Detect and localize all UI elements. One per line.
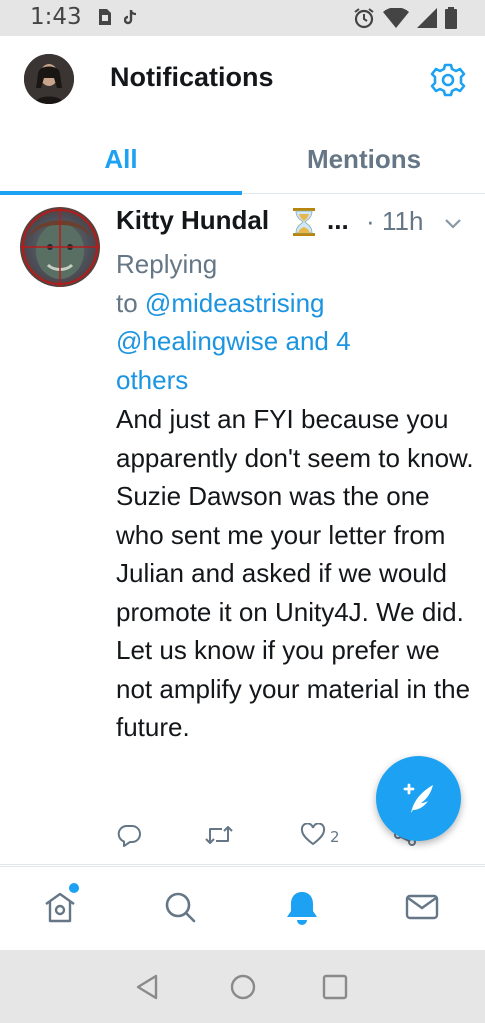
page-title: Notifications bbox=[110, 62, 274, 92]
tweet-author-avatar[interactable] bbox=[20, 207, 100, 287]
tab-all[interactable]: All bbox=[0, 124, 242, 195]
alarm-icon bbox=[353, 7, 375, 33]
nav-home[interactable] bbox=[42, 883, 82, 929]
new-content-badge bbox=[69, 883, 79, 893]
nav-messages[interactable] bbox=[404, 889, 444, 929]
mention-others-label[interactable]: others bbox=[116, 365, 188, 395]
status-time: 1:43 bbox=[30, 4, 82, 30]
profile-avatar[interactable] bbox=[24, 54, 74, 104]
home-icon bbox=[42, 892, 78, 929]
retweet-button[interactable] bbox=[204, 823, 234, 851]
tweet-text: And just an FYI because you apparently d… bbox=[116, 404, 474, 742]
sim-card-icon bbox=[98, 8, 112, 30]
tweet-timestamp: 11h bbox=[382, 206, 424, 236]
heart-icon bbox=[300, 822, 326, 851]
meta-separator: · bbox=[366, 206, 375, 236]
hourglass-icon bbox=[291, 207, 317, 241]
reply-icon bbox=[116, 823, 142, 851]
tab-all-label: All bbox=[104, 143, 138, 174]
like-count: 2 bbox=[330, 828, 340, 846]
signal-icon bbox=[417, 8, 437, 32]
retweet-icon bbox=[204, 823, 234, 851]
back-icon[interactable] bbox=[133, 972, 163, 1002]
reply-button[interactable] bbox=[116, 823, 142, 851]
notification-tabs: All Mentions bbox=[0, 124, 485, 195]
mail-icon bbox=[404, 894, 440, 929]
nav-search[interactable] bbox=[162, 889, 202, 929]
battery-icon bbox=[445, 7, 457, 33]
chevron-down-icon[interactable] bbox=[444, 215, 462, 234]
like-button[interactable]: 2 bbox=[300, 822, 340, 851]
bell-icon bbox=[284, 892, 320, 931]
tiktok-icon bbox=[123, 8, 138, 30]
gear-icon[interactable] bbox=[428, 60, 468, 100]
mention-link[interactable]: @mideastrising bbox=[145, 288, 325, 318]
bottom-nav bbox=[0, 866, 485, 950]
wifi-icon bbox=[383, 7, 409, 32]
compose-icon bbox=[397, 775, 441, 823]
search-icon bbox=[162, 892, 198, 929]
name-truncation: ... bbox=[327, 205, 349, 235]
replying-to-label: to bbox=[116, 287, 138, 318]
app-header: Notifications bbox=[0, 36, 485, 124]
home-circle-icon[interactable] bbox=[228, 972, 258, 1002]
replying-label: Replying bbox=[116, 249, 218, 279]
recents-icon[interactable] bbox=[320, 972, 350, 1002]
status-bar: 1:43 bbox=[0, 0, 485, 36]
mention-link-others[interactable]: @healingwise and 4 bbox=[116, 326, 351, 356]
tab-mentions[interactable]: Mentions bbox=[243, 124, 485, 194]
author-name[interactable]: Kitty Hundal bbox=[116, 205, 269, 236]
android-navigation-bar bbox=[0, 950, 485, 1023]
compose-tweet-button[interactable] bbox=[376, 756, 461, 841]
tab-mentions-label: Mentions bbox=[306, 143, 422, 174]
replying-to: Replying to @mideastrising @healingwise … bbox=[116, 245, 466, 399]
nav-notifications[interactable] bbox=[284, 889, 324, 929]
